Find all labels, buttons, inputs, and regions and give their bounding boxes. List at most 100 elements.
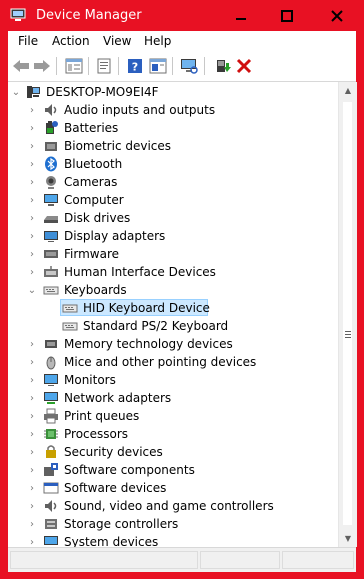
expand-chevron-icon[interactable]: ›: [27, 266, 37, 278]
tree-category[interactable]: › Disk drives: [8, 209, 338, 227]
close-button[interactable]: [310, 0, 364, 31]
status-pane: [200, 551, 280, 569]
expand-chevron-icon[interactable]: ›: [27, 176, 37, 188]
tree-category[interactable]: › Storage controllers: [8, 515, 338, 533]
camera-icon: [43, 174, 59, 190]
tree-category[interactable]: › Security devices: [8, 443, 338, 461]
tree-category[interactable]: › Software devices: [8, 479, 338, 497]
tree-category[interactable]: › Bluetooth: [8, 155, 338, 173]
collapse-chevron-icon[interactable]: ⌄: [11, 86, 21, 98]
processor-icon: [43, 426, 59, 442]
expand-chevron-icon[interactable]: ›: [27, 446, 37, 458]
tree-category[interactable]: › Print queues: [8, 407, 338, 425]
menu-view[interactable]: View: [103, 34, 131, 48]
expand-chevron-icon[interactable]: ›: [27, 338, 37, 350]
window-title: Device Manager: [36, 8, 142, 23]
tree-category[interactable]: › Audio inputs and outputs: [8, 101, 338, 119]
menu-action[interactable]: Action: [52, 34, 90, 48]
scroll-down-arrow-icon[interactable]: ▼: [339, 530, 357, 547]
tree-category[interactable]: › Sound, video and game controllers: [8, 497, 338, 515]
uninstall-icon: [236, 58, 252, 74]
device-manager-window: Device Manager File Action View Help ? ⌄…: [0, 0, 364, 579]
vertical-scrollbar[interactable]: ▲ ▼: [338, 82, 357, 547]
expand-chevron-icon[interactable]: ›: [27, 482, 37, 494]
minimize-button[interactable]: [218, 0, 264, 31]
update-driver-button[interactable]: [148, 56, 168, 76]
tree-device-item[interactable]: HID Keyboard Device: [8, 299, 338, 317]
tree-category[interactable]: › Batteries: [8, 119, 338, 137]
tree-category[interactable]: › Mice and other pointing devices: [8, 353, 338, 371]
minimize-icon: [236, 17, 246, 20]
enable-device-button[interactable]: [213, 56, 233, 76]
tree-category[interactable]: › Software components: [8, 461, 338, 479]
expand-chevron-icon[interactable]: ›: [27, 104, 37, 116]
tree-category-label: Firmware: [64, 247, 119, 261]
computer-icon: [25, 84, 41, 100]
scan-hardware-button[interactable]: [179, 56, 199, 76]
toolbar-separator: [56, 57, 57, 75]
tree-category[interactable]: › Processors: [8, 425, 338, 443]
tree-category-label: System devices: [64, 535, 159, 547]
menu-help[interactable]: Help: [144, 34, 171, 48]
tree-category-label: Security devices: [64, 445, 163, 459]
expand-chevron-icon[interactable]: ›: [27, 410, 37, 422]
collapse-chevron-icon[interactable]: ⌄: [27, 284, 37, 296]
expand-chevron-icon[interactable]: ›: [27, 356, 37, 368]
client-area: File Action View Help ? ⌄ DESKTOP-MO9EI4…: [8, 31, 357, 572]
tree-category[interactable]: › Network adapters: [8, 389, 338, 407]
title-bar[interactable]: Device Manager: [0, 0, 364, 31]
uninstall-button[interactable]: [234, 56, 254, 76]
scroll-thumb[interactable]: [343, 102, 352, 525]
keyboard-icon: [43, 282, 59, 298]
tree-category-label: Disk drives: [64, 211, 131, 225]
expand-chevron-icon[interactable]: ›: [27, 140, 37, 152]
expand-chevron-icon[interactable]: ›: [27, 248, 37, 260]
tree-category-keyboards[interactable]: ⌄ Keyboards: [8, 281, 338, 299]
tree-category[interactable]: › Biometric devices: [8, 137, 338, 155]
expand-chevron-icon[interactable]: ›: [27, 158, 37, 170]
expand-chevron-icon[interactable]: ›: [27, 374, 37, 386]
help-button[interactable]: ?: [125, 56, 145, 76]
enable-device-icon: [217, 60, 231, 72]
back-button[interactable]: [11, 56, 31, 76]
expand-chevron-icon[interactable]: ›: [27, 518, 37, 530]
software-component-icon: [43, 462, 59, 478]
toolbar-separator: [204, 57, 205, 75]
scroll-up-arrow-icon[interactable]: ▲: [339, 82, 357, 99]
tree-category[interactable]: › Firmware: [8, 245, 338, 263]
forward-button[interactable]: [32, 56, 52, 76]
expand-chevron-icon[interactable]: ›: [27, 122, 37, 134]
tree-category[interactable]: › Monitors: [8, 371, 338, 389]
scroll-grip-icon: [345, 328, 351, 342]
tree-category[interactable]: › Memory technology devices: [8, 335, 338, 353]
expand-chevron-icon[interactable]: ›: [27, 194, 37, 206]
show-hide-tree-button[interactable]: [64, 56, 84, 76]
menu-file[interactable]: File: [18, 34, 38, 48]
tree-category[interactable]: › Computer: [8, 191, 338, 209]
tree-device-item[interactable]: Standard PS/2 Keyboard: [8, 317, 338, 335]
tree-category-label: Keyboards: [64, 283, 127, 297]
tree-category[interactable]: › System devices: [8, 533, 338, 547]
expand-chevron-icon[interactable]: ›: [27, 428, 37, 440]
status-pane: [282, 551, 354, 569]
device-tree[interactable]: ⌄ DESKTOP-MO9EI4F › Audio inputs and out…: [8, 82, 338, 547]
tree-root[interactable]: ⌄ DESKTOP-MO9EI4F: [8, 83, 338, 101]
tree-category[interactable]: › Display adapters: [8, 227, 338, 245]
expand-chevron-icon[interactable]: ›: [27, 212, 37, 224]
tree-category-label: Display adapters: [64, 229, 166, 243]
device-manager-app-icon: [10, 8, 26, 22]
tree-category[interactable]: › Cameras: [8, 173, 338, 191]
speaker-icon: [43, 102, 59, 118]
expand-chevron-icon[interactable]: ›: [27, 464, 37, 476]
menu-bar: File Action View Help: [8, 31, 356, 52]
sound-icon: [43, 498, 59, 514]
expand-chevron-icon[interactable]: ›: [27, 536, 37, 548]
memory-icon: [43, 336, 59, 352]
expand-chevron-icon[interactable]: ›: [27, 230, 37, 242]
expand-chevron-icon[interactable]: ›: [27, 500, 37, 512]
tree-category-label: Software devices: [64, 481, 167, 495]
tree-category[interactable]: › Human Interface Devices: [8, 263, 338, 281]
properties-button[interactable]: [94, 56, 114, 76]
expand-chevron-icon[interactable]: ›: [27, 392, 37, 404]
maximize-button[interactable]: [264, 0, 310, 31]
